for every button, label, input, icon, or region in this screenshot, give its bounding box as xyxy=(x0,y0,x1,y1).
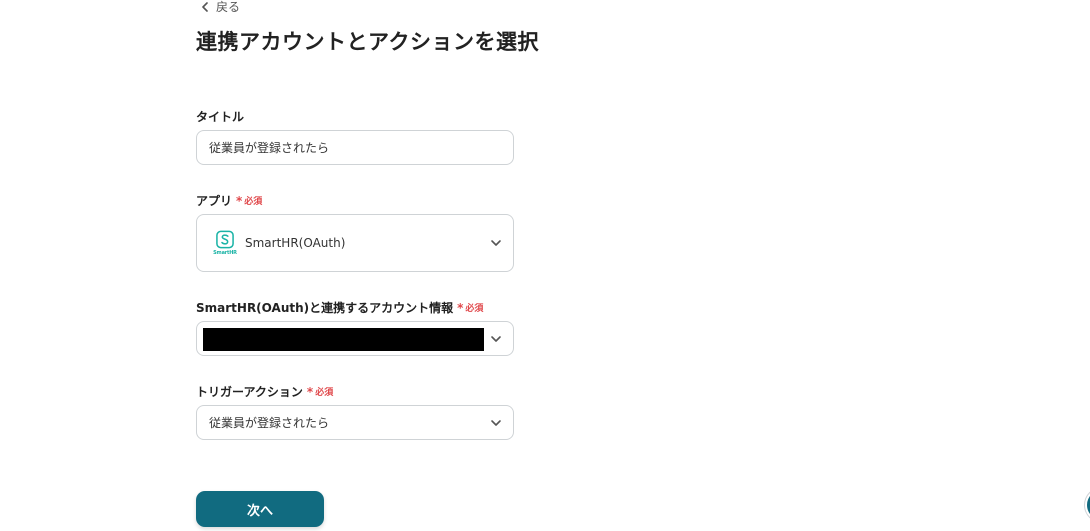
app-field-label-row: アプリ * 必須 xyxy=(196,192,262,209)
help-chat-button[interactable] xyxy=(1085,488,1090,522)
chevron-down-icon xyxy=(489,236,503,250)
required-label: 必須 xyxy=(244,197,263,207)
app-select-value: SmartHR(OAuth) xyxy=(245,236,346,250)
asterisk-icon: * xyxy=(306,384,314,399)
required-badge: * 必須 xyxy=(306,384,334,399)
chevron-down-icon xyxy=(489,416,503,430)
smarthr-logo-text: SmartHR xyxy=(213,250,237,256)
account-select[interactable] xyxy=(196,321,514,356)
trigger-field-label-row: トリガーアクション * 必須 xyxy=(196,383,333,400)
required-label: 必須 xyxy=(465,304,484,314)
trigger-select-value: 従業員が登録されたら xyxy=(209,416,330,430)
app-field-label: アプリ xyxy=(196,194,233,208)
title-input[interactable] xyxy=(197,131,513,164)
asterisk-icon: * xyxy=(457,300,464,315)
asterisk-icon: * xyxy=(236,193,243,208)
smarthr-s-logo-icon xyxy=(216,230,234,249)
back-link[interactable]: 戻る xyxy=(200,0,240,15)
next-button[interactable]: 次へ xyxy=(196,491,324,527)
account-field-label-row: SmartHR(OAuth)と連携するアカウント情報 * 必須 xyxy=(196,299,483,316)
trigger-field-label: トリガーアクション xyxy=(196,385,303,399)
title-field-label-row: タイトル xyxy=(196,108,244,125)
chevron-down-icon xyxy=(489,332,503,346)
title-field-label: タイトル xyxy=(196,110,245,124)
required-badge: * 必須 xyxy=(457,300,484,315)
required-badge: * 必須 xyxy=(236,193,263,208)
title-field xyxy=(196,130,514,165)
redacted-account-value xyxy=(203,328,484,351)
app-select[interactable]: SmartHR SmartHR(OAuth) xyxy=(196,214,514,272)
back-link-label: 戻る xyxy=(216,0,241,14)
chevron-left-icon xyxy=(200,1,210,12)
smarthr-logo: SmartHR xyxy=(213,230,237,256)
required-label: 必須 xyxy=(315,388,334,398)
trigger-select[interactable]: 従業員が登録されたら xyxy=(196,405,514,440)
account-field-label: SmartHR(OAuth)と連携するアカウント情報 xyxy=(196,301,454,315)
page-title: 連携アカウントとアクションを選択 xyxy=(196,30,539,54)
